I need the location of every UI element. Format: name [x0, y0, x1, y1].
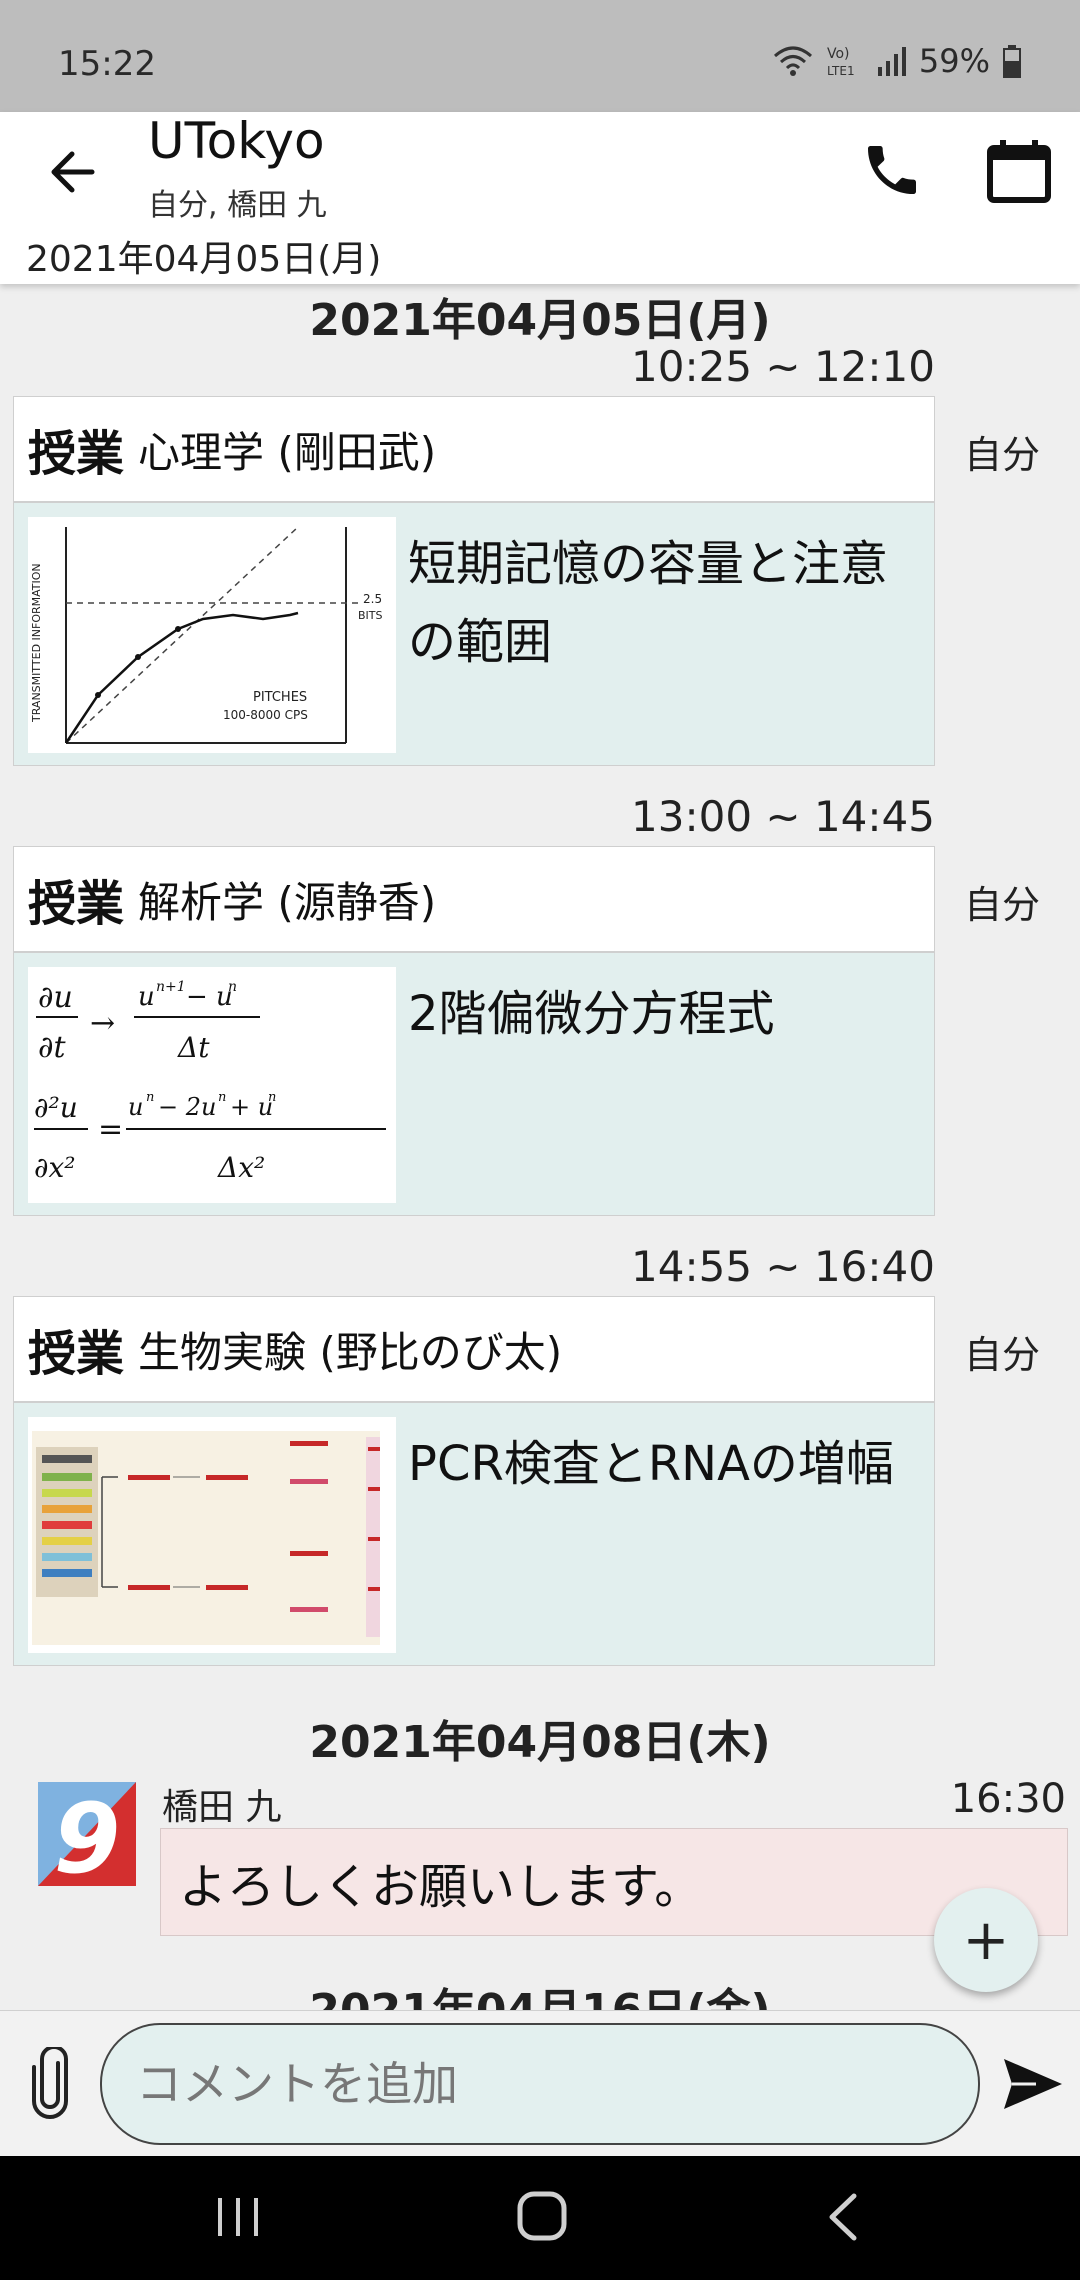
- graph-thumbnail: TRANSMITTED INFORMATION PITCHES 100-8000…: [28, 517, 396, 753]
- volte-bottom-text: LTE1: [827, 64, 855, 78]
- event-card-body: PCR検査とRNAの増幅: [14, 1403, 934, 1665]
- volte-icon: Vo) LTE1: [827, 46, 855, 78]
- avatar[interactable]: 9: [38, 1782, 136, 1886]
- thumb-ref: 2.5: [363, 592, 382, 606]
- event-card-body: TRANSMITTED INFORMATION PITCHES 100-8000…: [14, 503, 934, 765]
- battery-icon: [1003, 45, 1021, 78]
- system-nav-bar: [0, 2156, 1080, 2280]
- status-icons: Vo) LTE1 59%: [773, 42, 1022, 80]
- event-kind: 授業: [28, 876, 125, 932]
- avatar-glyph: 9: [54, 1783, 121, 1886]
- event-description: 2階偏微分方程式: [408, 986, 775, 1042]
- svg-text:∂u: ∂u: [38, 980, 73, 1015]
- message-time: 16:30: [950, 1776, 1066, 1822]
- event-subject: 解析学 (源静香): [138, 877, 437, 927]
- back-nav-icon[interactable]: [820, 2190, 868, 2244]
- event-time: 10:25 ~ 12:10: [631, 342, 935, 391]
- event-card[interactable]: 授業 生物実験 (野比のび太) PCR検査とRNAの増幅: [13, 1296, 935, 1666]
- event-time: 13:00 ~ 14:45: [631, 792, 935, 841]
- day-header: 2021年04月16日(金): [0, 1974, 1080, 2010]
- event-subject: 生物実験 (野比のび太): [138, 1327, 563, 1377]
- comment-input[interactable]: [100, 2023, 980, 2145]
- chat-title: UTokyo: [148, 112, 325, 170]
- svg-text:+ u: + u: [230, 1093, 273, 1121]
- event-owner: 自分: [964, 1333, 1041, 1377]
- wifi-icon: [773, 46, 812, 76]
- volte-top-text: Vo): [827, 46, 850, 62]
- thumb-note2: 100-8000 CPS: [223, 708, 308, 722]
- battery-percent: 59%: [918, 42, 990, 80]
- svg-text:u: u: [138, 982, 155, 1012]
- svg-text:n: n: [218, 1090, 226, 1105]
- thumb-note: PITCHES: [253, 690, 307, 705]
- chat-participants: 自分, 橋田 九: [148, 188, 327, 223]
- event-card-body: ∂u ∂t → u n+1 − u n Δt ∂²u ∂x² = u n − 2…: [14, 953, 934, 1215]
- svg-text:Δx²: Δx²: [217, 1151, 265, 1184]
- svg-text:=: =: [98, 1112, 123, 1147]
- thumb-ref2: BITS: [358, 609, 383, 622]
- event-owner: 自分: [964, 433, 1041, 477]
- svg-text:− 2u: − 2u: [158, 1093, 216, 1121]
- svg-text:→: →: [90, 1006, 115, 1041]
- message-sender: 橋田 九: [162, 1787, 282, 1828]
- event-card-header: 授業 心理学 (剛田武): [14, 397, 934, 503]
- event-card[interactable]: 授業 解析学 (源静香) ∂u ∂t → u n+1 − u n Δt ∂²u: [13, 846, 935, 1216]
- event-kind: 授業: [28, 1326, 125, 1382]
- svg-text:n: n: [268, 1090, 276, 1105]
- comment-composer: [0, 2010, 1080, 2156]
- signal-icon: [877, 47, 906, 76]
- svg-text:∂x²: ∂x²: [34, 1151, 76, 1184]
- svg-text:u: u: [128, 1093, 143, 1121]
- event-kind: 授業: [28, 426, 125, 482]
- svg-text:∂t: ∂t: [38, 1030, 67, 1065]
- current-date: 2021年04月05日(月): [26, 239, 382, 280]
- chat-header: UTokyo 自分, 橋田 九 2021年04月05日(月): [0, 112, 1080, 284]
- event-description: 短期記憶の容量と注意の範囲: [408, 536, 889, 670]
- back-arrow-icon[interactable]: [42, 140, 106, 204]
- event-card-header: 授業 生物実験 (野比のび太): [14, 1297, 934, 1403]
- day-header: 2021年04月08日(木): [309, 1717, 771, 1768]
- message-bubble[interactable]: よろしくお願いします。: [160, 1828, 1068, 1936]
- timeline[interactable]: 2021年04月05日(月) 10:25 ~ 12:10 授業 心理学 (剛田武…: [0, 284, 1080, 2010]
- calendar-icon[interactable]: [984, 136, 1054, 206]
- svg-text:n: n: [228, 979, 237, 995]
- diagram-thumbnail: [28, 1417, 396, 1653]
- phone-icon[interactable]: [860, 138, 924, 202]
- event-time: 14:55 ~ 16:40: [631, 1242, 935, 1291]
- event-owner: 自分: [964, 883, 1041, 927]
- svg-text:− u: − u: [186, 982, 233, 1012]
- event-card-header: 授業 解析学 (源静香): [14, 847, 934, 953]
- svg-text:n: n: [146, 1090, 154, 1105]
- day-header: 2021年04月05日(月): [309, 295, 771, 346]
- home-icon[interactable]: [514, 2188, 570, 2244]
- event-card[interactable]: 授業 心理学 (剛田武) TRANSMITTED INFORMATION PIT…: [13, 396, 935, 766]
- recents-icon[interactable]: [214, 2192, 264, 2242]
- status-time: 15:22: [58, 44, 156, 84]
- formula-thumbnail: ∂u ∂t → u n+1 − u n Δt ∂²u ∂x² = u n − 2…: [28, 967, 396, 1203]
- status-bar: 15:22 Vo) LTE1 59%: [0, 0, 1080, 112]
- event-subject: 心理学 (剛田武): [138, 427, 437, 477]
- send-icon[interactable]: [1002, 2055, 1064, 2113]
- svg-text:Δt: Δt: [177, 1031, 210, 1064]
- add-button[interactable]: +: [934, 1888, 1038, 1992]
- svg-text:∂²u: ∂²u: [34, 1091, 78, 1124]
- svg-text:n+1: n+1: [156, 979, 186, 995]
- thumb-ylabel: TRANSMITTED INFORMATION: [30, 563, 43, 723]
- event-description: PCR検査とRNAの増幅: [408, 1436, 894, 1492]
- paperclip-icon[interactable]: [28, 2047, 74, 2119]
